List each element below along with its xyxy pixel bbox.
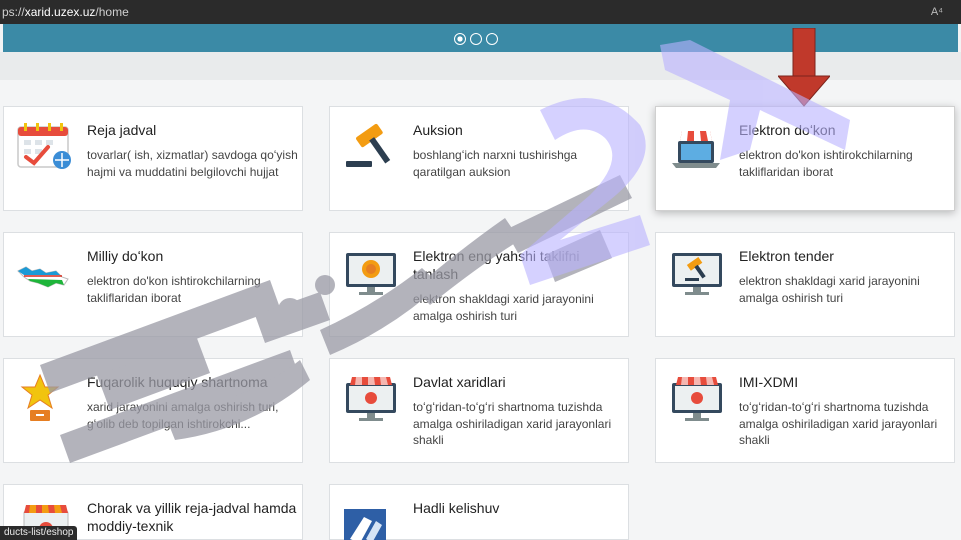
card-title: Elektron doʻkon [739, 122, 836, 138]
card-title: Fuqarolik huquqiy shartnoma [87, 374, 268, 390]
carousel-dot-1[interactable] [454, 33, 466, 45]
store-monitor-icon [346, 377, 396, 421]
card-description: elektron do'kon ishtirokchilarning takli… [87, 274, 261, 305]
card-title: Davlat xaridlari [413, 374, 506, 390]
store-monitor-icon [672, 377, 722, 421]
card-description: toʻgʻridan-toʻgʻri shartnoma tuzishda am… [739, 400, 938, 447]
card-hadli-kelishuv[interactable]: Hadli kelishuv [329, 484, 629, 540]
card-title: Auksion [413, 122, 463, 138]
card-description: toʻgʻridan-toʻgʻri shartnoma tuzishda am… [413, 400, 612, 447]
award-monitor-icon [346, 253, 396, 295]
handshake-logo-icon [344, 509, 386, 540]
carousel-dot-2[interactable] [470, 33, 482, 45]
card-description: elektron do'kon ishtirokchilarning takli… [739, 148, 913, 179]
url-host: xarid.uzex.uz [24, 5, 96, 19]
card-title: Elektron tender [739, 248, 834, 264]
card-description: tovarlar( ish, xizmatlar) savdoga qoʻyis… [87, 148, 298, 179]
card-title: Elektron eng yahshi taklifni tanlash [413, 248, 580, 282]
card-description: elektron shakldagi xarid jarayonini amal… [739, 274, 920, 305]
card-description: elektron shakldagi xarid jarayonini amal… [413, 292, 594, 323]
card-title: Chorak va yillik reja-jadval hamda moddi… [87, 500, 297, 534]
card-description: xarid jarayonini amalga oshirish turi, g… [87, 400, 279, 431]
carousel-dot-3[interactable] [486, 33, 498, 45]
star-icon [20, 373, 60, 421]
card-reja-jadval[interactable]: Reja jadval tovarlar( ish, xizmatlar) sa… [3, 106, 303, 211]
card-title: Reja jadval [87, 122, 157, 138]
uzbekistan-map-icon [17, 266, 69, 288]
card-imi-xdmi[interactable]: IMI-XDMI toʻgʻridan-toʻgʻri shartnoma tu… [655, 358, 955, 463]
card-title: Hadli kelishuv [413, 500, 500, 516]
card-elektron-eng-yahshi-taklif[interactable]: Elektron eng yahshi taklifni tanlash ele… [329, 232, 629, 337]
address-bar[interactable]: ps://xarid.uzex.uz/home A⁴ [0, 0, 961, 24]
status-bar-link: ducts-list/eshop [0, 526, 78, 540]
gavel-icon [346, 123, 391, 167]
url-path: /home [95, 5, 129, 19]
card-title: IMI-XDMI [739, 374, 799, 390]
card-elektron-tender[interactable]: Elektron tender elektron shakldagi xarid… [655, 232, 955, 337]
card-milliy-dokon[interactable]: Milliy doʻkon elektron do'kon ishtirokch… [3, 232, 303, 337]
reader-mode-icon[interactable]: A⁴ [931, 0, 943, 24]
card-davlat-xaridlari[interactable]: Davlat xaridlari toʻgʻridan-toʻgʻri shar… [329, 358, 629, 463]
card-elektron-dokon[interactable]: Elektron doʻkon elektron do'kon ishtirok… [655, 106, 955, 211]
card-title: Milliy doʻkon [87, 248, 164, 264]
carousel-dots [454, 33, 498, 45]
calendar-icon [17, 123, 71, 169]
url-prefix: ps:// [2, 5, 25, 19]
shop-laptop-icon [672, 131, 720, 168]
gavel-monitor-icon [672, 253, 722, 295]
card-fuqarolik-shartnoma[interactable]: Fuqarolik huquqiy shartnoma xarid jarayo… [3, 358, 303, 463]
card-auksion[interactable]: Auksion boshlangʻich narxni tushirishga … [329, 106, 629, 211]
card-description: boshlangʻich narxni tushirishga qaratilg… [413, 148, 578, 179]
red-arrow-annotation [778, 28, 830, 107]
